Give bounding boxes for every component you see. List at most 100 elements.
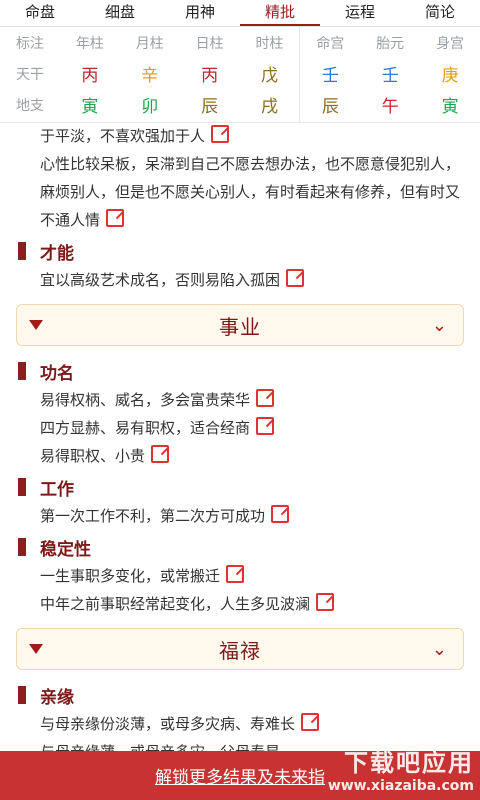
section-bar [18, 478, 26, 496]
list-text: 四方显赫、易有职权，适合经商 [40, 419, 251, 437]
edit-icon[interactable] [211, 125, 230, 143]
panel-title: 事业 [219, 314, 261, 339]
list-text: 一生事职多变化，或常搬迁 [40, 567, 221, 585]
watermark-title: 下载吧应用 [344, 749, 474, 777]
content-paragraph: 心性比较呆板，呆滞到自己不愿去想办法，也不愿意侵犯别人，麻烦别人，但是也不愿关心… [0, 150, 480, 234]
label-shizhu: 时柱 [255, 35, 284, 52]
tab-yongshen[interactable]: 用神 [160, 0, 240, 26]
personality-section: 于平淡，不喜欢强加于人 心性比较呆板，呆滞到自己不愿去想办法，也不愿意侵犯别人，… [0, 122, 480, 234]
edit-icon[interactable] [226, 565, 245, 583]
section-head-gongming: 功名 [0, 356, 480, 386]
section-bar [18, 362, 26, 380]
dizhi-cell: 辰 [201, 97, 219, 117]
edit-icon[interactable] [271, 505, 290, 523]
edit-icon[interactable] [316, 593, 335, 611]
talent-text-line: 宜以高级艺术成名，否则易陷入孤困 [0, 266, 480, 294]
paragraph-text: 心性比较呆板，呆滞到自己不愿去想办法，也不愿意侵犯别人，麻烦别人，但是也不愿关心… [40, 155, 461, 229]
line-text: 于平淡，不喜欢强加于人 [40, 127, 206, 145]
section-head-family: 亲缘 [0, 680, 480, 710]
section-title: 才能 [40, 243, 74, 264]
section-head-stability: 稳定性 [0, 532, 480, 562]
label-shengong: 身宫 [436, 35, 465, 52]
triangle-down-icon [29, 320, 43, 330]
list-text: 与母亲缘份淡薄，或母多灾病、寿难长 [40, 715, 296, 733]
label-yuezhu: 月柱 [135, 35, 164, 52]
pillars-table: 标注 年柱 月柱 日柱 时柱 天干 丙 辛 丙 戊 地支 寅 卯 辰 戌 命宫 … [0, 27, 480, 123]
section-title: 工作 [40, 479, 74, 500]
dizhi-cell: 卯 [141, 97, 159, 117]
tab-jingpi[interactable]: 精批 [240, 0, 320, 26]
section-title: 功名 [40, 363, 74, 384]
label-minggong: 命宫 [316, 35, 345, 52]
section-head-talent: 才能 [0, 236, 480, 266]
list-item: 易得权柄、威名，多会富贵荣华 [0, 386, 480, 414]
work-text: 第一次工作不利，第二次方可成功 [40, 507, 266, 525]
content-line: 于平淡，不喜欢强加于人 [0, 122, 480, 150]
edit-icon[interactable] [256, 417, 275, 435]
tiangan-cell: 辛 [141, 66, 159, 86]
pillars-header-left: 标注 年柱 月柱 日柱 时柱 [0, 27, 299, 58]
list-item: 中年之前事职经常起变化，人生多见波澜 [0, 590, 480, 618]
dizhi-cell: 辰 [321, 97, 339, 117]
dizhi-cell: 午 [381, 97, 399, 117]
section-head-work: 工作 [0, 472, 480, 502]
top-tabs: 命盘 细盘 用神 精批 运程 简论 [0, 0, 480, 27]
list-item: 一生事职多变化，或常搬迁 [0, 562, 480, 590]
edit-icon[interactable] [151, 445, 170, 463]
tab-yuncheng[interactable]: 运程 [320, 0, 400, 26]
label-tiangan: 天干 [15, 66, 44, 83]
tiangan-cell: 壬 [321, 66, 339, 86]
list-text: 与母亲缘薄、或母亲多灾、父母寿星 [40, 743, 280, 751]
section-bar [18, 538, 26, 556]
list-item: 易得职权、小贵 [0, 442, 480, 470]
tiangan-cell: 丙 [81, 66, 99, 86]
tab-jianlun[interactable]: 简论 [400, 0, 480, 26]
watermark: 下载吧应用 www.xiazaiba.com [328, 743, 474, 794]
unlock-link[interactable]: 解锁更多结果及未来指 [155, 763, 325, 788]
watermark-url: www.xiazaiba.com [327, 778, 474, 794]
dizhi-row-right: 辰 午 寅 [300, 89, 480, 120]
career-panel[interactable]: 事业 ⌄ [16, 304, 464, 346]
label-dizhi: 地支 [15, 97, 44, 114]
content-scroll[interactable]: 于平淡，不喜欢强加于人 心性比较呆板，呆滞到自己不愿去想办法，也不愿意侵犯别人，… [0, 122, 480, 751]
pillars-left: 标注 年柱 月柱 日柱 时柱 天干 丙 辛 丙 戊 地支 寅 卯 辰 戌 [0, 27, 301, 122]
tiangan-row-left: 天干 丙 辛 丙 戊 [0, 58, 299, 89]
list-item: 四方显赫、易有职权，适合经商 [0, 414, 480, 442]
list-text: 中年之前事职经常起变化，人生多见波澜 [40, 595, 311, 613]
work-text-line: 第一次工作不利，第二次方可成功 [0, 502, 480, 530]
edit-icon[interactable] [301, 713, 320, 731]
dizhi-row-left: 地支 寅 卯 辰 戌 [0, 89, 299, 120]
list-text: 易得权柄、威名，多会富贵荣华 [40, 391, 251, 409]
label-biaozhu: 标注 [15, 35, 44, 52]
talent-text: 宜以高级艺术成名，否则易陷入孤困 [40, 271, 281, 289]
tiangan-cell: 庚 [441, 66, 459, 86]
dizhi-cell: 戌 [260, 97, 278, 117]
pillars-right: 命宫 胎元 身宫 壬 壬 庚 辰 午 寅 [300, 27, 480, 122]
label-nianzhu: 年柱 [75, 35, 104, 52]
section-title: 亲缘 [40, 687, 74, 708]
triangle-down-icon [29, 644, 43, 654]
dizhi-cell: 寅 [81, 97, 99, 117]
chevron-down-icon[interactable]: ⌄ [432, 315, 447, 336]
section-bar [18, 242, 26, 260]
fortune-panel[interactable]: 福禄 ⌄ [16, 628, 464, 670]
tab-mingpan[interactable]: 命盘 [0, 0, 80, 26]
tiangan-cell: 壬 [381, 66, 399, 86]
section-title: 稳定性 [40, 539, 91, 560]
chevron-down-icon[interactable]: ⌄ [432, 639, 447, 660]
pillars-header-right: 命宫 胎元 身宫 [300, 27, 480, 58]
label-taiyuan: 胎元 [376, 35, 405, 52]
edit-icon[interactable] [256, 389, 275, 407]
edit-icon[interactable] [286, 269, 305, 287]
edit-icon[interactable] [106, 209, 125, 227]
tiangan-cell: 戊 [260, 66, 278, 86]
list-item: 与母亲缘份淡薄，或母多灾病、寿难长 [0, 710, 480, 738]
unlock-footer[interactable]: 解锁更多结果及未来指 下载吧应用 www.xiazaiba.com [0, 749, 480, 800]
dizhi-cell: 寅 [441, 97, 459, 117]
section-bar [18, 686, 26, 704]
tiangan-row-right: 壬 壬 庚 [300, 58, 480, 89]
panel-title: 福禄 [219, 638, 261, 663]
tiangan-cell: 丙 [201, 66, 219, 86]
label-rizhu: 日柱 [195, 35, 224, 52]
tab-xipan[interactable]: 细盘 [80, 0, 160, 26]
